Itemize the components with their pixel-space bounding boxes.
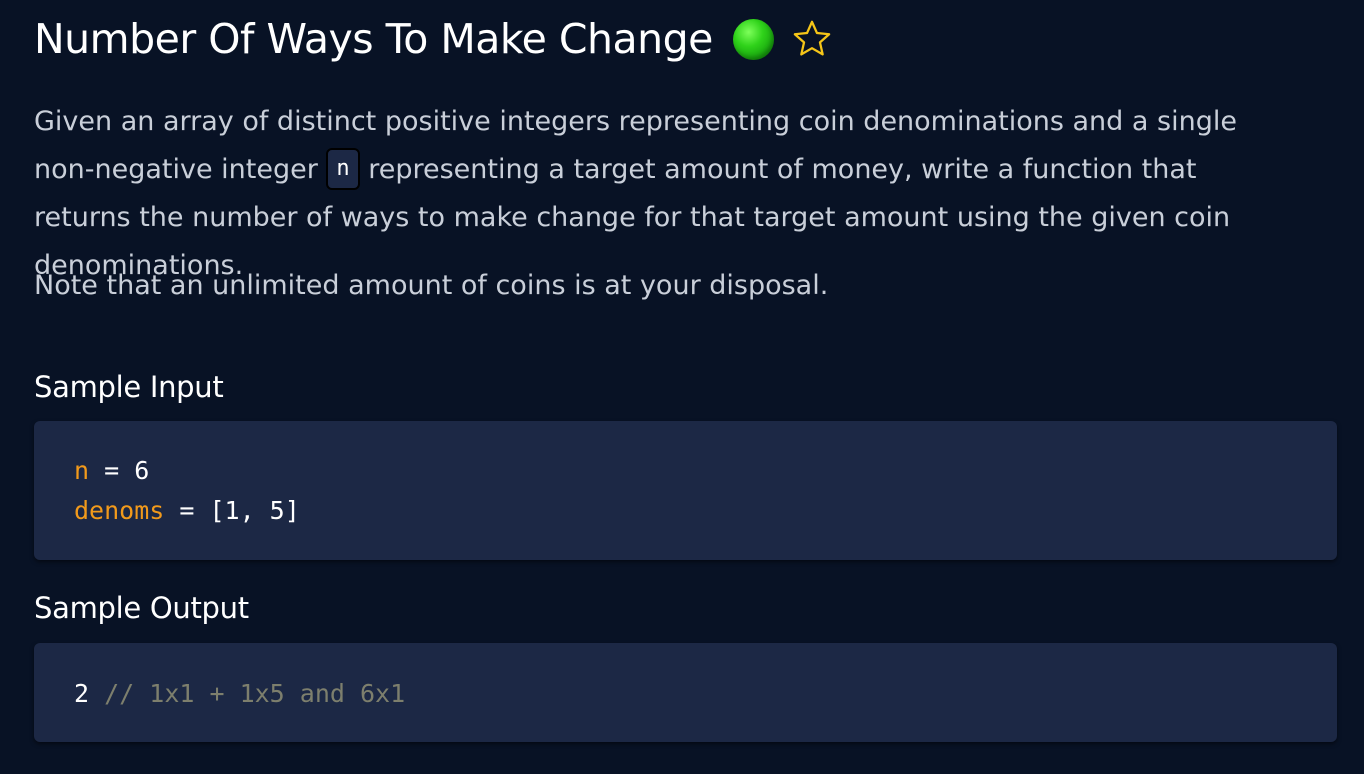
code-value: 6: [134, 456, 150, 485]
problem-title: Number Of Ways To Make Change: [34, 15, 713, 63]
title-row: Number Of Ways To Make Change: [34, 10, 833, 68]
code-line: n = 6: [74, 451, 1337, 491]
output-value: 2: [74, 679, 90, 708]
sample-output-heading: Sample Output: [34, 591, 249, 625]
output-comment: // 1x1 + 1x5 and 6x1: [89, 679, 406, 708]
inline-code-n: n: [326, 147, 360, 190]
code-variable: denoms: [74, 496, 165, 525]
code-line: denoms = [1, 5]: [74, 491, 1337, 531]
sample-output-code-block: 2 // 1x1 + 1x5 and 6x1: [34, 643, 1337, 742]
sample-input-heading: Sample Input: [34, 370, 224, 404]
problem-note: Note that an unlimited amount of coins i…: [34, 270, 829, 301]
code-variable: n: [74, 456, 90, 485]
star-icon[interactable]: [791, 18, 833, 60]
code-operator: =: [89, 456, 135, 485]
code-operator: =: [164, 496, 210, 525]
code-value: [1, 5]: [209, 496, 300, 525]
code-line: 2 // 1x1 + 1x5 and 6x1: [74, 674, 1337, 714]
difficulty-indicator-icon[interactable]: [732, 18, 774, 60]
sample-input-code-block: n = 6 denoms = [1, 5]: [34, 421, 1337, 560]
